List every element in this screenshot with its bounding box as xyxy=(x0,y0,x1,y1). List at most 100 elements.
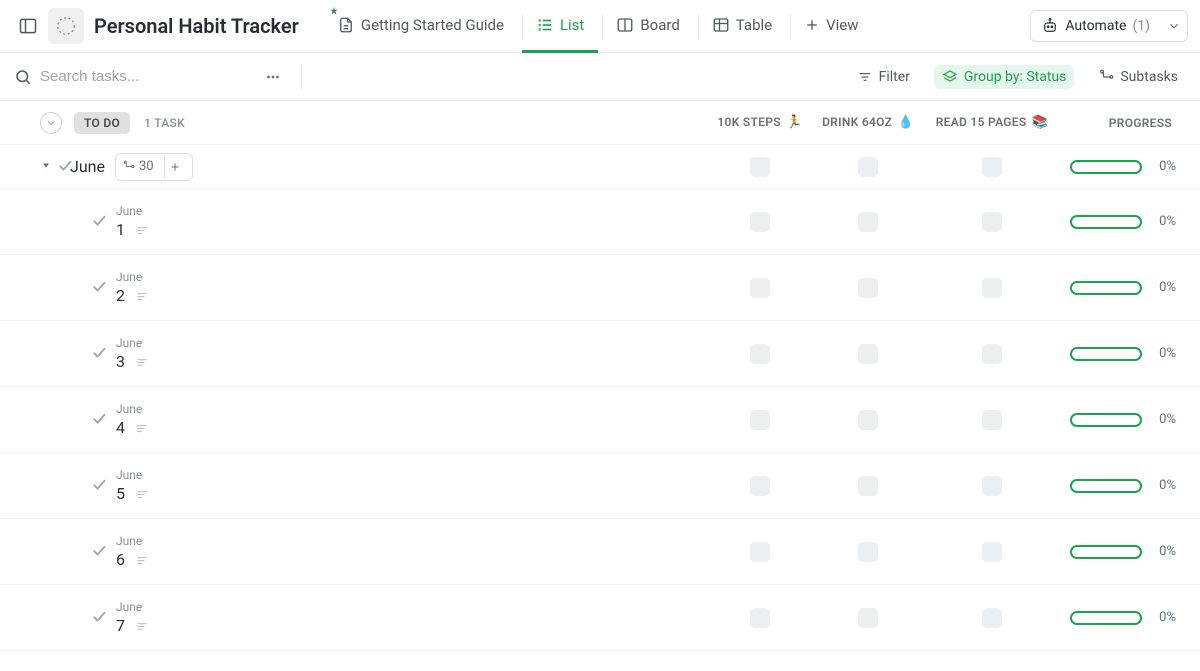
add-view-button[interactable]: View xyxy=(790,0,872,53)
progress-text: 0% xyxy=(1150,478,1176,493)
subtask-row[interactable]: June 1 0% xyxy=(0,189,1200,255)
tab-list[interactable]: List xyxy=(522,0,598,53)
checkbox-10k-steps[interactable] xyxy=(750,476,770,496)
more-options-button[interactable] xyxy=(257,61,289,93)
task-name-group: June 7 xyxy=(116,590,149,645)
check-icon xyxy=(90,277,108,295)
checkbox-10k-steps[interactable] xyxy=(750,212,770,232)
filter-icon xyxy=(857,69,873,85)
add-subtask-button[interactable] xyxy=(164,156,186,178)
checkbox-10k-steps[interactable] xyxy=(750,157,770,177)
checkbox-read-15-pages[interactable] xyxy=(982,212,1002,232)
column-10k-steps[interactable]: 10K STEPS 🏃 xyxy=(706,115,814,130)
checkbox-drink-64oz[interactable] xyxy=(858,157,878,177)
status-badge[interactable]: TO DO xyxy=(74,112,130,134)
checkbox-read-15-pages[interactable] xyxy=(982,608,1002,628)
toolbar-right: Filter Group by: Status Subtasks xyxy=(849,65,1186,89)
robot-icon xyxy=(1041,17,1059,35)
subtask-row[interactable]: June 7 0% xyxy=(0,585,1200,651)
subtask-row[interactable]: June 5 0% xyxy=(0,453,1200,519)
complete-toggle[interactable] xyxy=(90,475,108,497)
checkbox-drink-64oz[interactable] xyxy=(858,542,878,562)
progress-bar xyxy=(1070,545,1142,559)
subtasks-label: Subtasks xyxy=(1120,69,1178,85)
checkbox-read-15-pages[interactable] xyxy=(982,344,1002,364)
runner-icon: 🏃 xyxy=(786,115,803,130)
progress-cell: 0% xyxy=(1062,412,1192,427)
collapse-toggle[interactable] xyxy=(40,159,52,175)
progress-cell: 0% xyxy=(1062,346,1192,361)
checkbox-drink-64oz[interactable] xyxy=(858,608,878,628)
complete-toggle[interactable] xyxy=(90,277,108,299)
plus-icon xyxy=(804,17,820,33)
checkbox-drink-64oz[interactable] xyxy=(858,476,878,496)
group-by-label: Group by: Status xyxy=(964,69,1066,85)
tab-board[interactable]: Board xyxy=(602,0,693,53)
column-header: TO DO 1 TASK 10K STEPS 🏃 DRINK 64OZ 💧 RE… xyxy=(0,101,1200,145)
divider xyxy=(301,64,302,90)
subtasks-button[interactable]: Subtasks xyxy=(1090,65,1186,89)
checkbox-read-15-pages[interactable] xyxy=(982,157,1002,177)
subtask-rows: June 1 0% June 2 0% xyxy=(0,189,1200,651)
progress-bar xyxy=(1070,215,1142,229)
complete-toggle[interactable] xyxy=(90,607,108,629)
progress-text: 0% xyxy=(1150,159,1176,174)
checkbox-drink-64oz[interactable] xyxy=(858,278,878,298)
progress-text: 0% xyxy=(1150,544,1176,559)
checkbox-10k-steps[interactable] xyxy=(750,278,770,298)
filter-button[interactable]: Filter xyxy=(849,65,918,89)
automate-button[interactable]: Automate (1) xyxy=(1030,10,1160,42)
checkbox-read-15-pages[interactable] xyxy=(982,278,1002,298)
progress-bar xyxy=(1070,611,1142,625)
task-month: June xyxy=(116,336,149,350)
complete-toggle[interactable] xyxy=(90,409,108,431)
checkbox-drink-64oz[interactable] xyxy=(858,410,878,430)
subtask-row[interactable]: June 3 0% xyxy=(0,321,1200,387)
pin-icon xyxy=(329,6,339,16)
filter-label: Filter xyxy=(879,69,910,85)
description-icon xyxy=(135,355,149,369)
search-input[interactable] xyxy=(40,68,239,85)
subtask-count-button[interactable]: 30 xyxy=(115,153,193,181)
column-read-15-pages[interactable]: READ 15 PAGES 📚 xyxy=(922,115,1062,130)
progress-bar xyxy=(1070,347,1142,361)
progress-text: 0% xyxy=(1150,412,1176,427)
doc-icon xyxy=(337,16,355,34)
checkbox-drink-64oz[interactable] xyxy=(858,212,878,232)
workspace-avatar[interactable] xyxy=(48,8,84,44)
subtask-row[interactable]: June 6 0% xyxy=(0,519,1200,585)
checkbox-read-15-pages[interactable] xyxy=(982,542,1002,562)
select-all-toggle[interactable] xyxy=(40,112,62,134)
progress-text: 0% xyxy=(1150,610,1176,625)
table-icon xyxy=(712,16,730,34)
automate-dropdown-button[interactable] xyxy=(1160,10,1188,42)
complete-toggle[interactable] xyxy=(90,541,108,563)
task-day: 7 xyxy=(116,616,149,635)
tab-getting-started[interactable]: Getting Started Guide xyxy=(323,0,518,53)
tab-table[interactable]: Table xyxy=(698,0,786,53)
checkbox-read-15-pages[interactable] xyxy=(982,410,1002,430)
subtask-row[interactable]: June 4 0% xyxy=(0,387,1200,453)
checkbox-10k-steps[interactable] xyxy=(750,608,770,628)
checkbox-read-15-pages[interactable] xyxy=(982,476,1002,496)
progress-bar xyxy=(1070,479,1142,493)
progress-text: 0% xyxy=(1150,280,1176,295)
column-drink-64oz[interactable]: DRINK 64OZ 💧 xyxy=(814,115,922,130)
check-icon xyxy=(90,607,108,625)
column-progress[interactable]: PROGRESS xyxy=(1062,116,1192,130)
checkbox-10k-steps[interactable] xyxy=(750,542,770,562)
checkbox-drink-64oz[interactable] xyxy=(858,344,878,364)
group-by-button[interactable]: Group by: Status xyxy=(934,65,1074,89)
checkbox-10k-steps[interactable] xyxy=(750,410,770,430)
complete-toggle[interactable] xyxy=(90,343,108,365)
checkbox-10k-steps[interactable] xyxy=(750,344,770,364)
books-icon: 📚 xyxy=(1032,115,1049,130)
description-icon xyxy=(135,289,149,303)
page-title: Personal Habit Tracker xyxy=(94,14,299,38)
sidebar-toggle-button[interactable] xyxy=(12,10,44,42)
subtask-row[interactable]: June 2 0% xyxy=(0,255,1200,321)
task-row-parent[interactable]: June 30 0% xyxy=(0,145,1200,189)
panel-left-icon xyxy=(18,16,38,36)
task-day: 3 xyxy=(116,352,149,371)
complete-toggle[interactable] xyxy=(90,211,108,233)
